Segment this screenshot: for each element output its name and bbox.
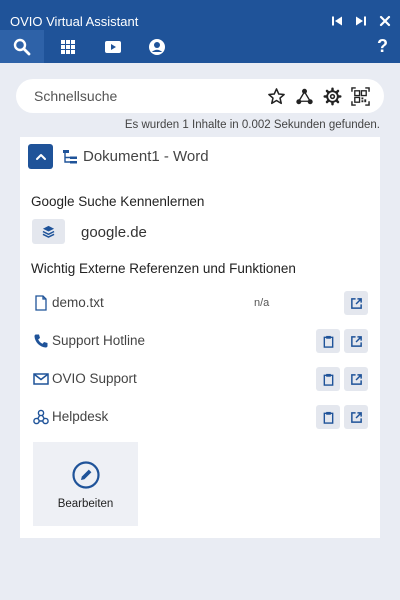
result-card: Dokument1 - Word Google Suche Kennenlern… xyxy=(20,137,380,538)
app-header: OVIO Virtual Assistant ? xyxy=(0,0,400,63)
copy-button[interactable] xyxy=(316,367,340,391)
ref-item-demo-txt: demo.txt n/a xyxy=(20,291,380,315)
open-external-button[interactable] xyxy=(344,291,368,315)
ref-label[interactable]: demo.txt xyxy=(52,295,104,310)
file-icon xyxy=(35,295,47,311)
ref-label[interactable]: OVIO Support xyxy=(52,371,137,386)
ref-meta: n/a xyxy=(254,297,270,309)
ref-item-helpdesk: Helpdesk xyxy=(20,405,380,429)
clipboard-icon xyxy=(323,335,333,348)
tree-structure-icon xyxy=(63,150,77,164)
section-title-refs: Wichtig Externe Referenzen und Funktione… xyxy=(31,261,296,276)
result-info: Es wurden 1 Inhalte in 0.002 Sekunden ge… xyxy=(124,119,380,131)
phone-icon xyxy=(34,334,48,348)
search-input[interactable] xyxy=(34,85,254,107)
clipboard-icon xyxy=(323,411,333,424)
tab-video[interactable] xyxy=(91,30,135,63)
document-title: Dokument1 - Word xyxy=(83,148,209,165)
layers-icon xyxy=(42,225,55,238)
grid-apps-icon xyxy=(61,39,75,54)
open-external-button[interactable] xyxy=(344,367,368,391)
section-title-google: Google Suche Kennenlernen xyxy=(31,194,205,209)
skip-next-icon[interactable] xyxy=(354,14,368,28)
ref-label[interactable]: Support Hotline xyxy=(52,333,145,348)
ref-item-support-hotline: Support Hotline xyxy=(20,329,380,353)
open-external-icon xyxy=(350,297,362,309)
open-external-icon xyxy=(350,373,362,385)
user-account-icon xyxy=(149,38,165,55)
open-external-icon xyxy=(350,335,362,347)
clipboard-icon xyxy=(323,373,333,386)
search-bar xyxy=(16,79,384,113)
edit-button[interactable]: Bearbeiten xyxy=(33,442,138,526)
gear-icon[interactable] xyxy=(322,86,342,106)
tab-apps[interactable] xyxy=(46,30,90,63)
open-external-button[interactable] xyxy=(344,329,368,353)
tab-search[interactable] xyxy=(0,30,44,63)
pencil-icon xyxy=(72,461,100,489)
close-icon[interactable] xyxy=(378,14,392,28)
google-link[interactable]: google.de xyxy=(81,224,147,241)
copy-button[interactable] xyxy=(316,329,340,353)
ref-label[interactable]: Helpdesk xyxy=(52,409,108,424)
star-icon[interactable] xyxy=(266,86,286,106)
qr-code-icon[interactable] xyxy=(350,86,370,106)
window-title: OVIO Virtual Assistant xyxy=(10,14,139,29)
main-nav xyxy=(0,30,400,63)
skip-prev-icon[interactable] xyxy=(330,14,344,28)
ref-item-ovio-support: OVIO Support xyxy=(20,367,380,391)
open-external-button[interactable] xyxy=(344,405,368,429)
collapse-button[interactable] xyxy=(28,144,53,169)
open-external-icon xyxy=(350,411,362,423)
edit-label: Bearbeiten xyxy=(57,498,114,510)
video-camera-icon xyxy=(105,40,121,53)
tab-account[interactable] xyxy=(135,30,179,63)
helpdesk-icon xyxy=(33,409,49,425)
link-type-button[interactable] xyxy=(32,219,65,244)
search-icon xyxy=(13,38,31,55)
network-share-icon[interactable] xyxy=(294,86,314,106)
mail-icon xyxy=(33,373,49,385)
search-actions xyxy=(266,86,370,106)
help-button[interactable]: ? xyxy=(377,36,388,57)
chevron-up-icon xyxy=(35,153,46,160)
copy-button[interactable] xyxy=(316,405,340,429)
window-controls xyxy=(330,14,392,28)
